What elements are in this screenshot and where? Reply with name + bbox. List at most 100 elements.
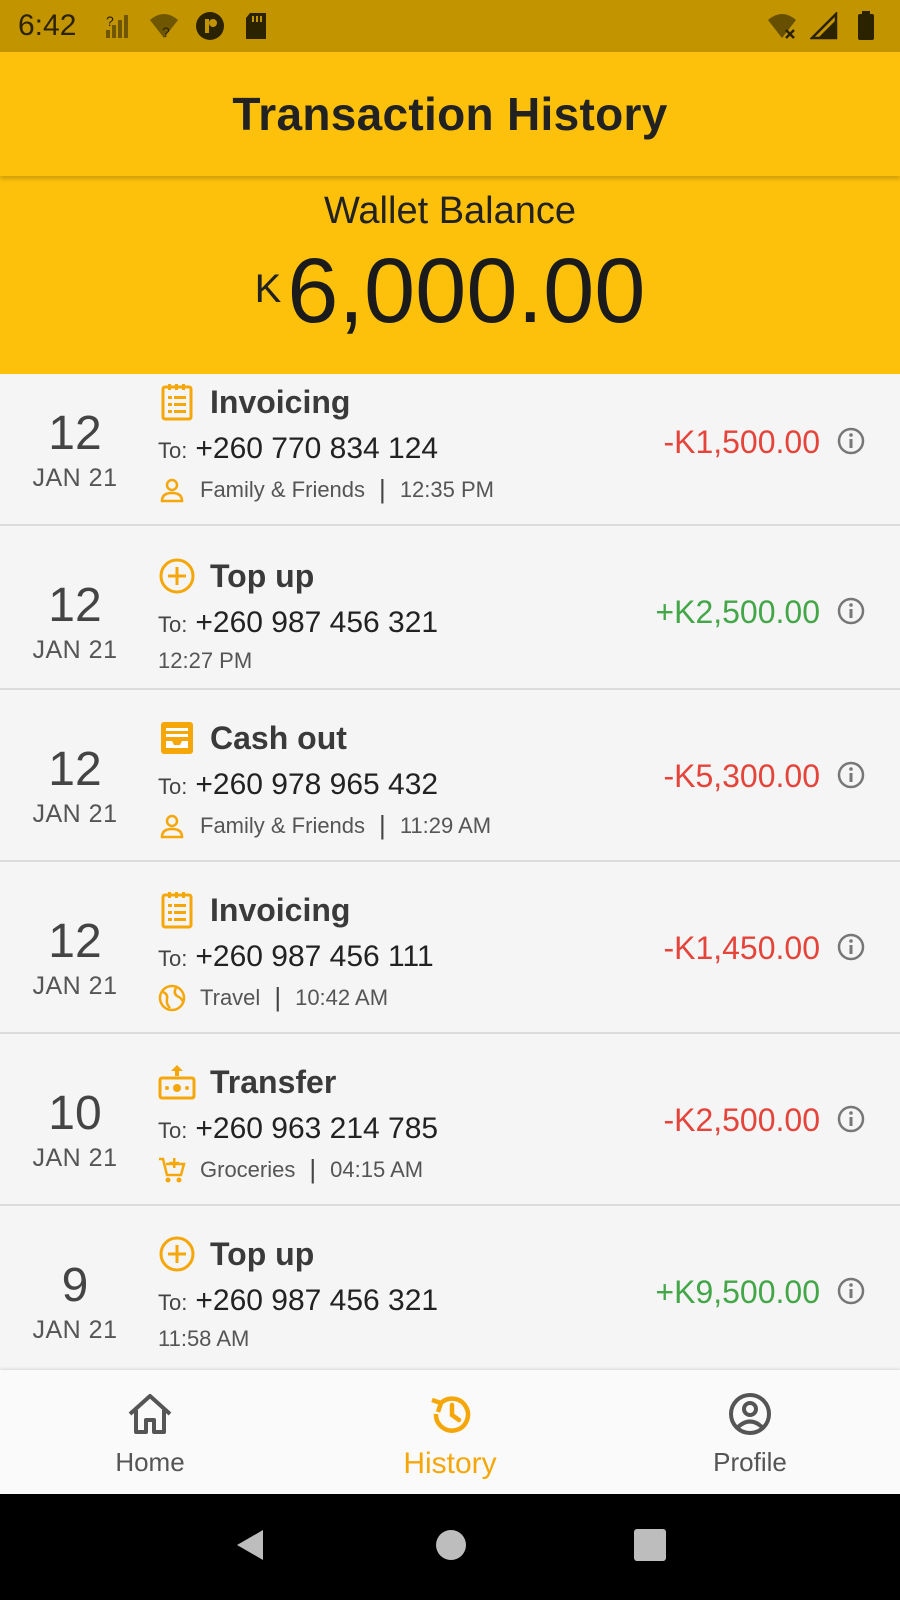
invoice-icon (158, 891, 196, 929)
wifi-question-icon: ? (148, 10, 180, 42)
transaction-date: 12 JAN 21 (20, 746, 130, 829)
plus-circle-icon (158, 557, 196, 595)
recipient-phone: +260 987 456 321 (195, 1284, 439, 1317)
svg-text:?: ? (162, 24, 170, 40)
meta-separator: | (309, 1154, 317, 1184)
wallet-balance-panel: Wallet Balance K 6,000.00 (0, 176, 900, 374)
transaction-time: 11:29 AM (399, 812, 492, 838)
transaction-type: Transfer (210, 1063, 337, 1100)
transaction-amount: -K2,500.00 (663, 1102, 820, 1138)
transfer-icon (158, 1063, 196, 1101)
info-icon[interactable] (836, 932, 866, 962)
nav-item-history[interactable]: History (300, 1370, 600, 1494)
to-label: To: (158, 438, 188, 463)
person-icon (158, 476, 186, 504)
transaction-category: Family & Friends (200, 812, 366, 838)
home-circle-icon[interactable] (434, 1528, 468, 1567)
to-label: To: (158, 774, 188, 799)
transaction-month: JAN 21 (32, 1144, 118, 1172)
transaction-time: 12:35 PM (399, 476, 494, 502)
transaction-category: Groceries (200, 1156, 296, 1182)
wallet-currency: K (254, 267, 282, 311)
globe-icon (158, 984, 186, 1012)
profile-icon (726, 1392, 774, 1441)
transaction-day: 12 (48, 579, 102, 632)
info-icon[interactable] (836, 760, 866, 790)
transaction-date: 10 JAN 21 (20, 1090, 130, 1173)
person-icon (158, 812, 186, 840)
cash-out-icon (158, 719, 196, 757)
page-title: Transaction History (232, 88, 668, 140)
bottom-navigation: Home History Profile (0, 1370, 900, 1494)
home-icon (126, 1392, 174, 1441)
meta-separator: | (379, 474, 386, 504)
transaction-type: Invoicing (210, 383, 351, 420)
back-icon[interactable] (233, 1527, 269, 1568)
to-label: To: (158, 946, 188, 971)
transaction-type: Top up (210, 1235, 315, 1272)
info-icon[interactable] (836, 596, 866, 626)
info-icon[interactable] (836, 426, 866, 456)
recipient-phone: +260 987 456 321 (195, 606, 439, 639)
transaction-list[interactable]: 12 JAN 21 Invoicing To: +260 770 834 124… (0, 374, 900, 1370)
recipient-phone: +260 978 965 432 (195, 768, 439, 801)
to-label: To: (158, 612, 188, 637)
transaction-month: JAN 21 (32, 1316, 118, 1344)
battery-icon (850, 10, 882, 42)
recents-icon[interactable] (633, 1528, 667, 1567)
recipient-phone: +260 770 834 124 (195, 432, 439, 465)
transaction-row[interactable]: 10 JAN 21 Transfer To: +260 963 214 785 … (0, 1034, 900, 1206)
transaction-type: Invoicing (210, 891, 351, 928)
meta-separator: | (379, 810, 386, 840)
app-notification-icon (194, 10, 226, 42)
transaction-category: Travel (200, 984, 261, 1010)
transaction-row[interactable]: 12 JAN 21 Invoicing To: +260 987 456 111… (0, 862, 900, 1034)
transaction-amount: -K1,500.00 (663, 424, 820, 460)
transaction-row[interactable]: 12 JAN 21 Cash out To: +260 978 965 432 … (0, 690, 900, 862)
transaction-amount: -K5,300.00 (663, 758, 820, 794)
plus-circle-icon (158, 1235, 196, 1273)
transaction-day: 12 (48, 407, 102, 460)
transaction-month: JAN 21 (32, 464, 118, 492)
transaction-date: 12 JAN 21 (20, 582, 130, 665)
nav-item-home[interactable]: Home (0, 1370, 300, 1494)
history-icon (426, 1392, 474, 1441)
transaction-day: 12 (48, 915, 102, 968)
transaction-time: 11:58 AM (158, 1326, 250, 1351)
transaction-date: 12 JAN 21 (20, 410, 130, 493)
transaction-day: 12 (48, 743, 102, 796)
transaction-row[interactable]: 12 JAN 21 Top up To: +260 987 456 321 12… (0, 526, 900, 690)
transaction-time: 12:27 PM (158, 648, 253, 673)
transaction-month: JAN 21 (32, 636, 118, 664)
transaction-amount: +K9,500.00 (655, 1274, 820, 1310)
wallet-balance-value: 6,000.00 (287, 240, 646, 342)
app-bar: Transaction History (0, 52, 900, 176)
transaction-amount: +K2,500.00 (655, 594, 820, 630)
to-label: To: (158, 1118, 188, 1143)
transaction-day: 10 (48, 1087, 102, 1140)
transaction-category: Family & Friends (200, 476, 366, 502)
recipient-phone: +260 963 214 785 (195, 1112, 439, 1145)
sd-card-icon (240, 10, 272, 42)
transaction-row[interactable]: 9 JAN 21 Top up To: +260 987 456 321 11:… (0, 1206, 900, 1370)
transaction-time: 04:15 AM (330, 1156, 424, 1182)
cell-signal-icon (808, 10, 840, 42)
wifi-off-icon (766, 10, 798, 42)
transaction-row[interactable]: 12 JAN 21 Invoicing To: +260 770 834 124… (0, 374, 900, 526)
wallet-balance-amount: K 6,000.00 (0, 245, 900, 337)
system-navigation-bar (0, 1494, 900, 1600)
invoice-icon (158, 383, 196, 421)
info-icon[interactable] (836, 1276, 866, 1306)
transaction-month: JAN 21 (32, 972, 118, 1000)
recipient-phone: +260 987 456 111 (195, 940, 434, 973)
transaction-time: 10:42 AM (295, 984, 389, 1010)
svg-text:?: ? (106, 13, 114, 29)
transaction-type: Top up (210, 557, 315, 594)
nav-label-history: History (403, 1447, 497, 1480)
to-label: To: (158, 1290, 188, 1315)
wallet-balance-label: Wallet Balance (323, 190, 577, 232)
nav-label-profile: Profile (713, 1447, 787, 1477)
meta-separator: | (274, 982, 282, 1012)
info-icon[interactable] (836, 1104, 866, 1134)
nav-item-profile[interactable]: Profile (600, 1370, 900, 1494)
